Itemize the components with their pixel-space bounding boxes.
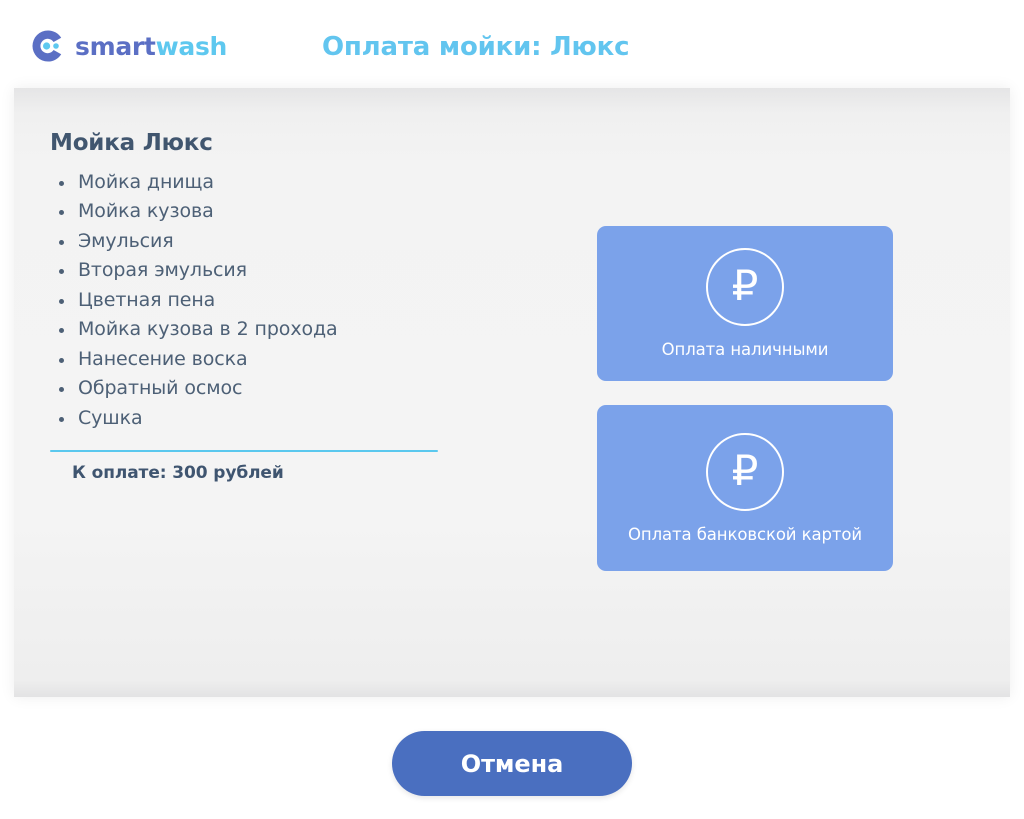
price-total: К оплате: 300 рублей bbox=[72, 463, 284, 484]
service-list: Мойка днища Мойка кузова Эмульсия Вторая… bbox=[50, 168, 450, 434]
list-item: Мойка кузова в 2 прохода bbox=[50, 315, 450, 345]
smartwash-c-dots-logo-icon bbox=[30, 28, 66, 64]
brand-word-wash: wash bbox=[155, 31, 228, 61]
ruble-coin-icon: ₽ bbox=[706, 248, 784, 326]
brand-wordmark: smartwash bbox=[75, 34, 227, 59]
list-item: Мойка днища bbox=[50, 168, 450, 198]
list-item: Обратный осмос bbox=[50, 374, 450, 404]
brand-word-smart: smart bbox=[75, 31, 156, 61]
brand-logo: smartwash bbox=[30, 28, 227, 64]
list-item: Цветная пена bbox=[50, 286, 450, 316]
ruble-glyph: ₽ bbox=[731, 261, 759, 310]
wash-details: Мойка Люкс Мойка днища Мойка кузова Эмул… bbox=[50, 130, 450, 483]
pay-cash-label: Оплата наличными bbox=[661, 340, 829, 359]
list-item: Сушка bbox=[50, 404, 450, 434]
pay-card-button[interactable]: ₽ Оплата банковской картой bbox=[597, 405, 893, 571]
app-header: smartwash Оплата мойки: Люкс bbox=[0, 0, 1024, 88]
wash-title: Мойка Люкс bbox=[50, 130, 213, 156]
cancel-button[interactable]: Отмена bbox=[392, 731, 632, 796]
price-divider bbox=[50, 450, 438, 453]
ruble-coin-icon: ₽ bbox=[706, 432, 784, 511]
ruble-glyph: ₽ bbox=[731, 445, 759, 495]
page-title: Оплата мойки: Люкс bbox=[322, 32, 630, 62]
list-item: Вторая эмульсия bbox=[50, 256, 450, 286]
pay-card-label: Оплата банковской картой bbox=[628, 524, 862, 544]
list-item: Нанесение воска bbox=[50, 345, 450, 375]
list-item: Мойка кузова bbox=[50, 197, 450, 227]
pay-cash-button[interactable]: ₽ Оплата наличными bbox=[597, 226, 893, 381]
list-item: Эмульсия bbox=[50, 227, 450, 257]
